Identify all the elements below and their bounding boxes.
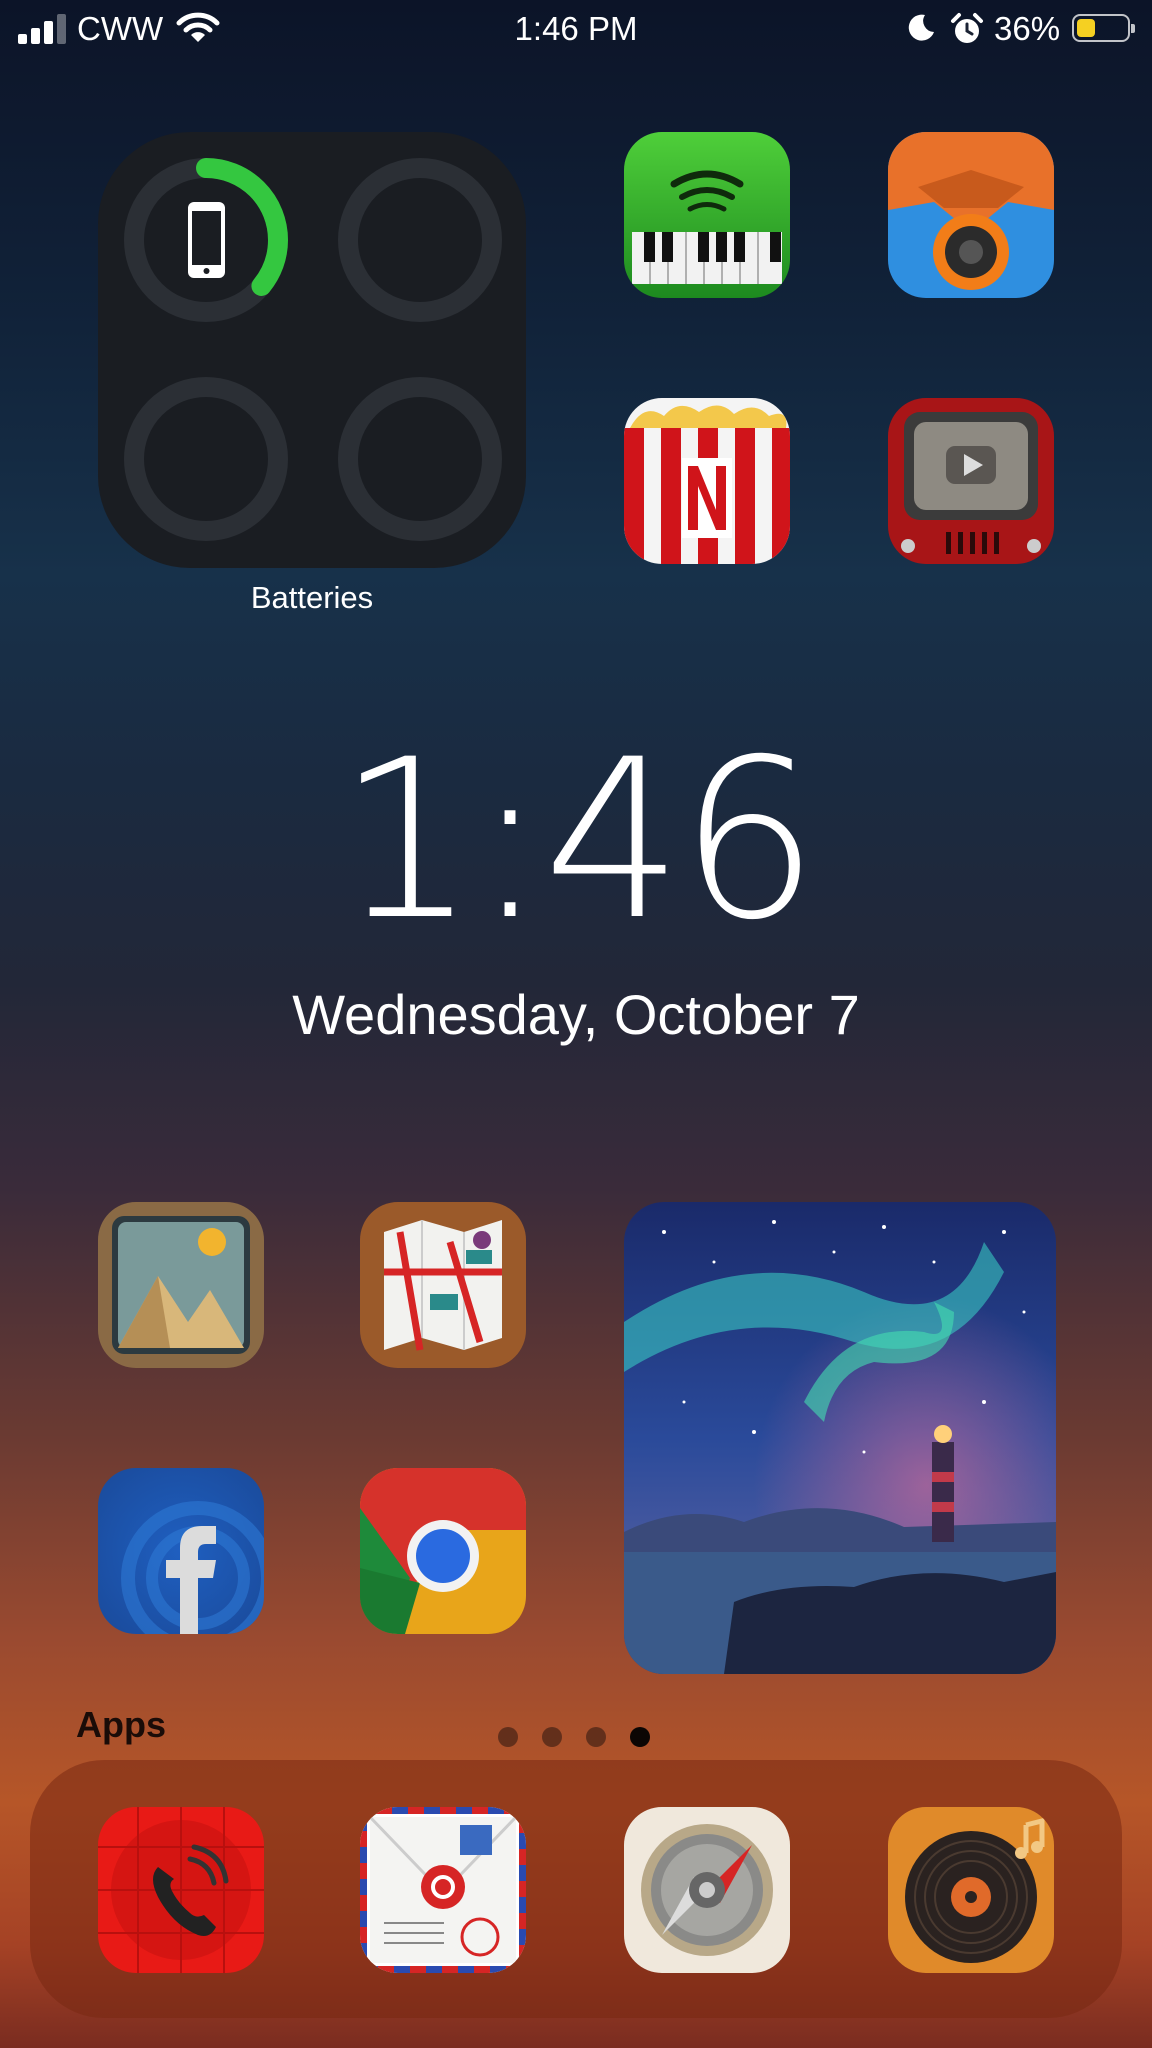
page-dot[interactable] xyxy=(542,1727,562,1747)
music-app-icon[interactable] xyxy=(888,1807,1054,1973)
safari-app-icon[interactable] xyxy=(624,1807,790,1973)
lock-clock-time: 1:46 xyxy=(336,712,819,968)
battery-fill xyxy=(1077,19,1095,37)
orange-speaker-app-icon[interactable] xyxy=(888,132,1054,298)
battery-ring-empty xyxy=(338,377,502,541)
battery-ring-iphone xyxy=(124,158,288,322)
status-bar: CWW 1:46 PM 36% xyxy=(0,0,1152,60)
iphone-icon xyxy=(188,202,225,278)
phone-app-icon[interactable] xyxy=(98,1807,264,1973)
page-dot-active[interactable] xyxy=(630,1727,650,1747)
apps-folder-label: Apps xyxy=(76,1704,166,1745)
page-dot[interactable] xyxy=(498,1727,518,1747)
chrome-app-icon[interactable] xyxy=(360,1468,526,1634)
facebook-app-icon[interactable] xyxy=(98,1468,264,1634)
maps-app-icon[interactable] xyxy=(360,1202,526,1368)
moon-icon xyxy=(908,14,934,41)
battery-ring-empty xyxy=(124,377,288,541)
battery-icon xyxy=(1072,14,1135,42)
mail-app-icon[interactable] xyxy=(360,1807,526,1973)
batteries-widget-label: Batteries xyxy=(250,580,374,615)
spotify-app-icon[interactable] xyxy=(624,132,790,298)
youtube-app-icon[interactable] xyxy=(888,398,1054,564)
battery-percent: 36% xyxy=(994,10,1061,47)
alarm-clock-icon xyxy=(951,13,983,43)
photos-app-icon[interactable] xyxy=(98,1202,264,1368)
aurora-lighthouse-photo-widget[interactable] xyxy=(624,1202,1056,1674)
lock-clock-date: Wednesday, October 7 xyxy=(292,983,860,1046)
netflix-app-icon[interactable] xyxy=(624,398,790,564)
page-dot[interactable] xyxy=(586,1727,606,1747)
battery-ring-empty xyxy=(338,158,502,322)
batteries-widget[interactable] xyxy=(98,132,526,568)
